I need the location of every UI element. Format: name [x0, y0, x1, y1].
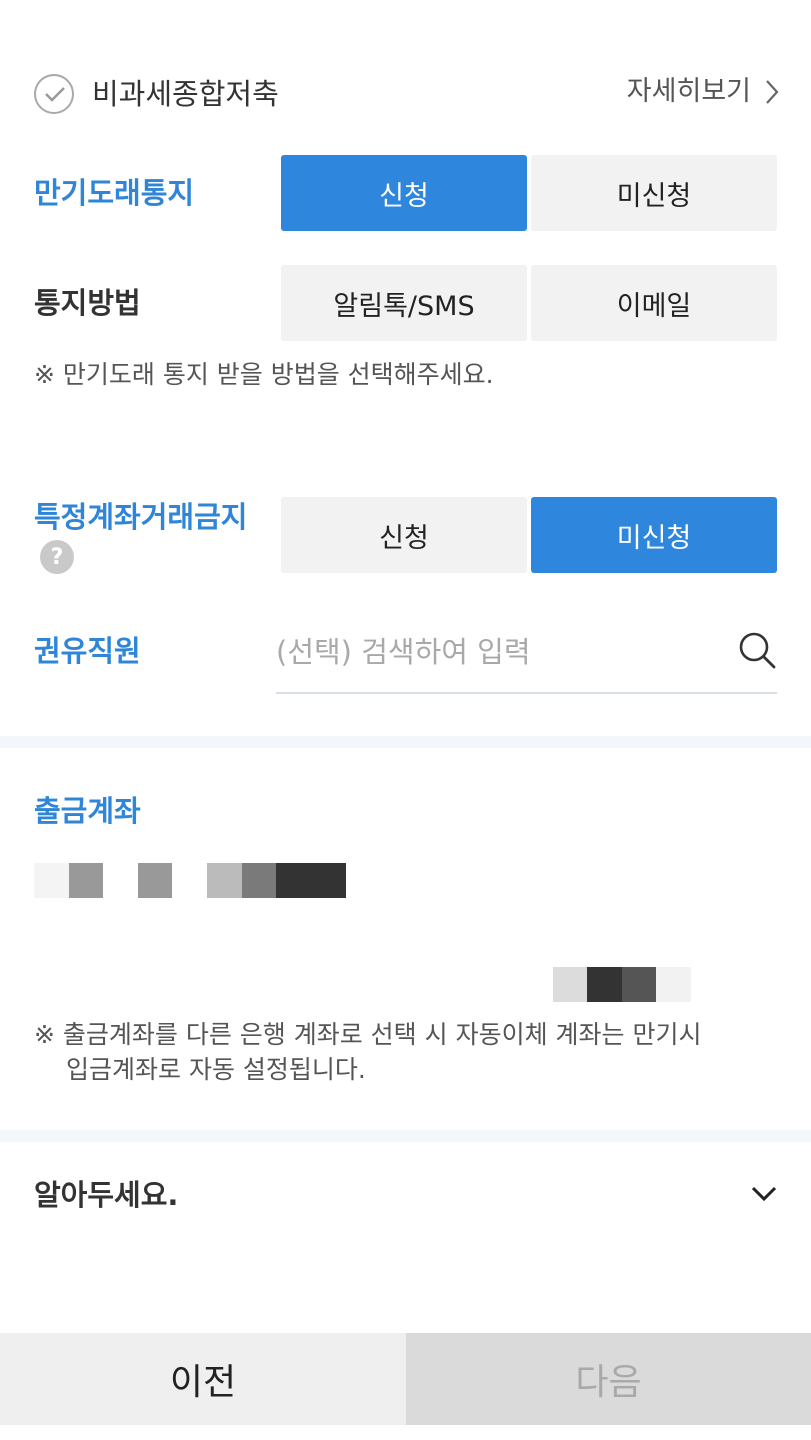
search-icon[interactable] — [737, 630, 777, 670]
maturity-notice-decline-button[interactable]: 미신청 — [531, 155, 777, 231]
maturity-notice-label: 만기도래통지 — [34, 176, 195, 210]
chevron-right-icon — [766, 80, 779, 104]
restricted-account-apply-button[interactable]: 신청 — [281, 497, 527, 573]
notice-method-email-button[interactable]: 이메일 — [531, 265, 777, 341]
detail-link[interactable]: 자세히보기 — [627, 72, 779, 112]
section-divider — [0, 736, 811, 748]
help-icon[interactable]: ? — [40, 540, 74, 574]
next-button[interactable]: 다음 — [406, 1333, 811, 1425]
withdraw-account-label: 출금계좌 — [34, 794, 141, 828]
detail-link-label: 자세히보기 — [626, 76, 751, 107]
withdraw-account-note-line1: ※ 출금계좌를 다른 은행 계좌로 선택 시 자동이체 계좌는 만기시 — [34, 1020, 702, 1049]
section-divider — [0, 1130, 811, 1142]
masked-account-name[interactable] — [34, 863, 346, 898]
solicitor-search-input[interactable] — [276, 628, 716, 676]
notice-method-label: 통지방법 — [34, 286, 141, 320]
notice-method-note: ※ 만기도래 통지 받을 방법을 선택해주세요. — [34, 360, 494, 389]
tax-free-savings-label: 비과세종합저축 — [92, 77, 279, 111]
notice-section-title[interactable]: 알아두세요. — [34, 1175, 178, 1215]
restricted-account-label: 특정계좌거래금지 — [34, 500, 248, 534]
solicitor-label: 권유직원 — [34, 634, 141, 668]
withdraw-account-note-line2: 입금계좌로 자동 설정됩니다. — [66, 1055, 366, 1084]
maturity-notice-apply-button[interactable]: 신청 — [281, 155, 527, 231]
notice-method-sms-button[interactable]: 알림톡/SMS — [281, 265, 527, 341]
check-circle-icon[interactable] — [34, 74, 74, 114]
chevron-down-icon[interactable] — [750, 1185, 778, 1203]
prev-button[interactable]: 이전 — [0, 1333, 406, 1425]
restricted-account-decline-button[interactable]: 미신청 — [531, 497, 777, 573]
masked-account-balance — [553, 967, 691, 1002]
solicitor-search-box — [276, 614, 777, 694]
